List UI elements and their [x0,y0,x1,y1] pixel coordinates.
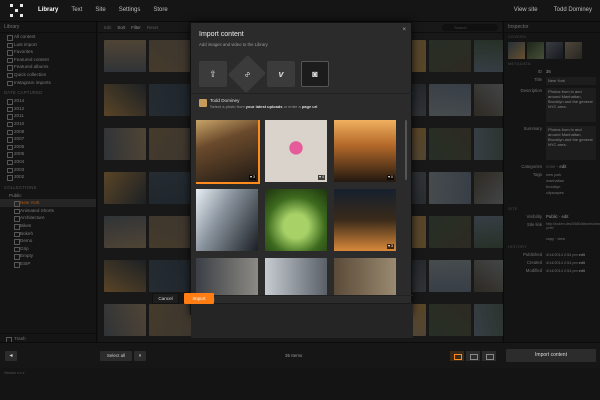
select-all-button[interactable]: Select all [100,351,132,361]
import-photo[interactable] [196,258,258,295]
modal-footer [191,303,413,338]
import-photo[interactable] [265,189,327,251]
import-photo[interactable]: ♥ 0 [334,120,396,182]
import-photo[interactable] [265,258,327,295]
link-icon[interactable]: ∞ [227,54,267,94]
modal-scrollbar[interactable] [405,120,407,180]
avatar [199,99,207,107]
account-name: Todd Dominey [210,98,240,103]
view-site-link[interactable]: View site [514,7,538,13]
main-nav: Library Text Site Settings Store [38,7,168,13]
likes-badge: ♥ 3 [249,175,256,180]
close-icon[interactable]: × [402,27,406,33]
likes-badge: ♥ 3 [387,244,394,249]
likes-badge: ♥ 0 [387,175,394,180]
import-photo[interactable]: ♥ 3 [334,189,396,251]
import-button[interactable]: Import [184,293,214,304]
import-sources: ⇪ ∞ v ◙ [199,54,329,94]
account-hint: Select a photo from your latest uploads … [210,104,318,109]
modal-title: Import content [199,31,244,38]
import-photo[interactable]: ♥ 4 [265,120,327,182]
upload-icon[interactable]: ⇪ [199,61,227,87]
detail-view-icon[interactable] [482,351,496,361]
version-text: Version x.x.x [0,368,600,400]
user-menu[interactable]: Todd Dominey [554,7,592,13]
vimeo-icon[interactable]: v [267,61,295,87]
nav-site[interactable]: Site [95,7,105,13]
top-bar: Library Text Site Settings Store View si… [0,0,600,22]
top-right-links: View site Todd Dominey [514,7,592,13]
bottom-bar: ◂ Select all ⏸ 35 Items Import content [0,342,600,368]
likes-badge: ♥ 4 [318,175,325,180]
modal-divider [191,93,413,94]
nav-settings[interactable]: Settings [119,7,141,13]
page-url-link[interactable]: page url [302,104,318,109]
import-content-button[interactable]: Import content [506,349,596,362]
pause-icon[interactable]: ⏸ [134,351,146,361]
view-mode-switch [450,351,496,361]
import-photo[interactable] [334,258,396,295]
import-content-modal: Import content Add images and video to t… [190,22,413,338]
modal-subtitle: Add images and video to the Library [199,42,268,47]
list-view-icon[interactable] [466,351,480,361]
cancel-button[interactable]: Cancel [152,293,179,304]
options-toggle[interactable]: ▸ OPTIONS [191,295,413,303]
import-photo[interactable] [196,189,258,251]
nav-store[interactable]: Store [153,7,167,13]
import-photo[interactable]: ♥ 3 [196,120,260,184]
back-button[interactable]: ◂ [5,351,17,361]
nav-text[interactable]: Text [71,7,82,13]
instagram-icon[interactable]: ◙ [301,61,329,87]
latest-uploads-link[interactable]: your latest uploads [246,104,283,109]
grid-view-icon[interactable] [450,351,464,361]
nav-library[interactable]: Library [38,7,58,13]
item-count: 35 Items [285,353,303,358]
import-photo-grid: ♥ 3 ♥ 4 ♥ 0 ♥ 3 [196,120,401,295]
app-logo[interactable] [10,4,24,18]
